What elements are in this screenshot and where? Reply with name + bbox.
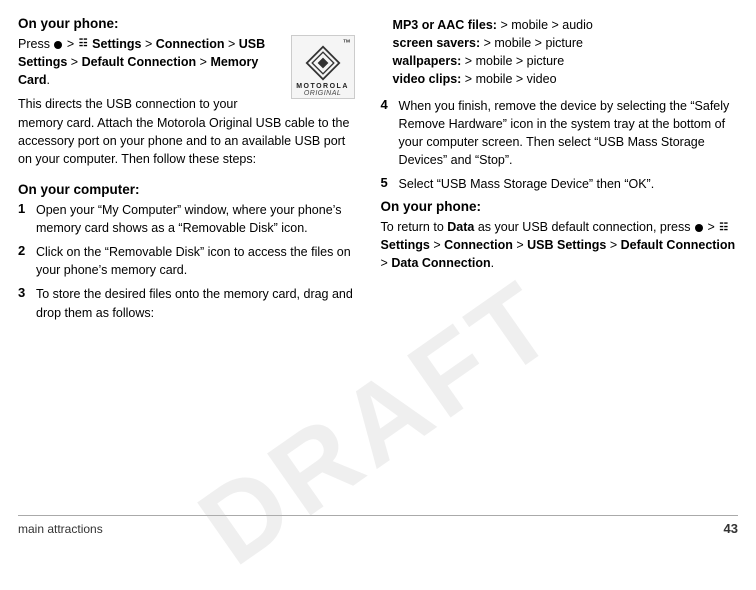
arrow-r1: > xyxy=(707,220,718,234)
step-5: 5 Select “USB Mass Storage Device” then … xyxy=(381,175,738,193)
mp3-label: MP3 or AAC files: xyxy=(393,18,497,32)
footer-left-text: main attractions xyxy=(18,522,103,536)
grid-icon-2: ☷ xyxy=(719,221,728,236)
step-2-content: Click on the “Removable Disk” icon to ac… xyxy=(36,243,355,279)
step-1-num: 1 xyxy=(18,201,36,216)
page-container: DRAFT On your phone: ™ MOTOROLA xyxy=(0,0,756,546)
step-5-content: Select “USB Mass Storage Device” then “O… xyxy=(399,175,738,193)
return-mid: as your USB default connection, press xyxy=(478,220,691,234)
step-4-content: When you finish, remove the device by se… xyxy=(399,97,738,170)
screensavers-path: > mobile > picture xyxy=(480,36,583,50)
file-types-block: MP3 or AAC files: > mobile > audio scree… xyxy=(381,16,738,89)
arrow1: > xyxy=(67,37,78,51)
screensavers-label: screen savers: xyxy=(393,36,481,50)
arrow5: > xyxy=(200,55,211,69)
file-type-videoclips: video clips: > mobile > video xyxy=(393,70,738,88)
return-default-conn: Default Connection xyxy=(621,238,736,252)
right-phone-heading: On your phone: xyxy=(381,199,738,214)
step-2: 2 Click on the “Removable Disk” icon to … xyxy=(18,243,355,279)
arrow-r3: > xyxy=(516,238,527,252)
file-type-wallpapers: wallpapers: > mobile > picture xyxy=(393,52,738,70)
file-type-mp3: MP3 or AAC files: > mobile > audio xyxy=(393,16,738,34)
connection-label: Connection xyxy=(156,37,225,51)
step-4: 4 When you finish, remove the device by … xyxy=(381,97,738,170)
return-connection: Connection xyxy=(444,238,513,252)
return-text: To return to xyxy=(381,220,444,234)
return-block: To return to Data as your USB default co… xyxy=(381,218,738,272)
intro-desc: This directs the USB connection to your … xyxy=(18,95,355,168)
tm-label: ™ xyxy=(343,38,351,47)
step-3-content: To store the desired files onto the memo… xyxy=(36,285,355,321)
mp3-path: > mobile > audio xyxy=(497,18,593,32)
videoclips-label: video clips: xyxy=(393,72,462,86)
computer-heading: On your computer: xyxy=(18,182,355,197)
step-2-num: 2 xyxy=(18,243,36,258)
period: . xyxy=(46,73,49,87)
dot-icon xyxy=(54,41,62,49)
footer-page-number: 43 xyxy=(724,521,738,536)
dot-icon-2 xyxy=(695,224,703,232)
motorola-original-label: ORIGINAL xyxy=(304,90,341,97)
intro-block: ™ MOTOROLA ORIGINAL Press xyxy=(18,35,355,174)
arrow4: > xyxy=(71,55,82,69)
right-column: MP3 or AAC files: > mobile > audio scree… xyxy=(371,16,738,511)
wallpapers-path: > mobile > picture xyxy=(461,54,564,68)
press-word: Press xyxy=(18,37,50,51)
return-period: . xyxy=(491,256,494,270)
arrow-r4: > xyxy=(610,238,621,252)
step-5-num: 5 xyxy=(381,175,399,190)
default-conn-label: Default Connection xyxy=(82,55,197,69)
step-3: 3 To store the desired files onto the me… xyxy=(18,285,355,321)
arrow2: > xyxy=(145,37,156,51)
return-settings: Settings xyxy=(381,238,430,252)
arrow-r5: > xyxy=(381,256,392,270)
two-col-layout: On your phone: ™ MOTOROLA ORIGINAL xyxy=(18,16,738,511)
step-4-num: 4 xyxy=(381,97,399,112)
file-type-screensavers: screen savers: > mobile > picture xyxy=(393,34,738,52)
data-label: Data xyxy=(447,220,474,234)
motorola-diamond-icon xyxy=(305,45,341,81)
footer-bar: main attractions 43 xyxy=(18,515,738,536)
videoclips-path: > mobile > video xyxy=(461,72,556,86)
motorola-brand-label: MOTOROLA xyxy=(296,83,349,90)
return-data-conn: Data Connection xyxy=(391,256,490,270)
left-column: On your phone: ™ MOTOROLA ORIGINAL xyxy=(18,16,371,511)
arrow-r2: > xyxy=(433,238,444,252)
step-3-num: 3 xyxy=(18,285,36,300)
logo-box: ™ MOTOROLA ORIGINAL xyxy=(291,35,355,99)
arrow3: > xyxy=(228,37,239,51)
step-1: 1 Open your “My Computer” window, where … xyxy=(18,201,355,237)
wallpapers-label: wallpapers: xyxy=(393,54,462,68)
logo-area: ™ MOTOROLA ORIGINAL xyxy=(291,35,355,99)
return-usb: USB Settings xyxy=(527,238,606,252)
grid-icon: ☷ xyxy=(79,37,88,52)
step-1-content: Open your “My Computer” window, where yo… xyxy=(36,201,355,237)
left-heading: On your phone: xyxy=(18,16,355,31)
settings-label: Settings xyxy=(92,37,141,51)
